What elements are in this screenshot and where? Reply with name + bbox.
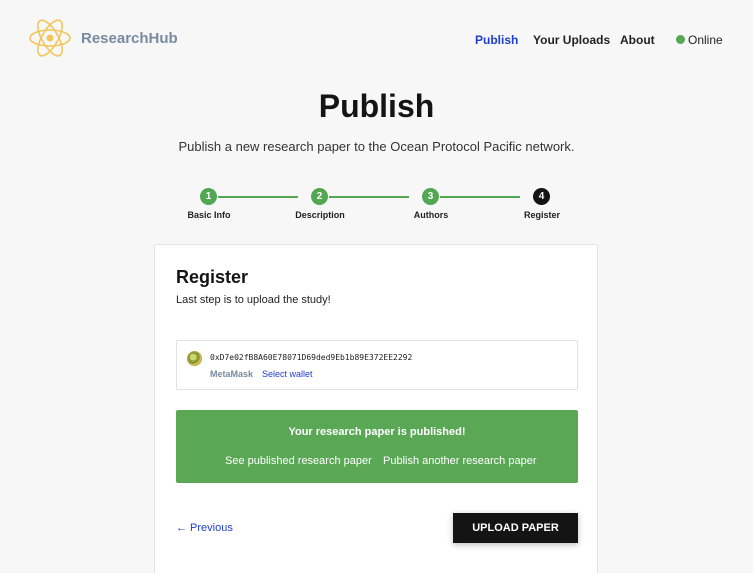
- see-published-paper-link[interactable]: See published research paper: [225, 455, 372, 467]
- step-connector: [440, 196, 520, 198]
- step-2-label: Description: [295, 210, 345, 220]
- step-4-label: Register: [523, 210, 560, 220]
- step-3-indicator[interactable]: 3: [422, 188, 439, 205]
- nav-your-uploads[interactable]: Your Uploads: [533, 33, 610, 47]
- atom-icon[interactable]: [28, 16, 72, 60]
- step-4-indicator[interactable]: 4: [533, 188, 550, 205]
- select-wallet-link[interactable]: Select wallet: [262, 369, 313, 379]
- header: ResearchHub Publish Your Uploads About O…: [0, 0, 753, 80]
- step-connector: [218, 196, 298, 198]
- upload-paper-button[interactable]: UPLOAD PAPER: [453, 513, 578, 543]
- success-title: Your research paper is published!: [288, 426, 466, 438]
- brand-name[interactable]: ResearchHub: [81, 30, 178, 47]
- register-card: Register Last step is to upload the stud…: [154, 244, 598, 573]
- wallet-panel: 0xD7e02fB8A60E78071D69ded9Eb1b89E372EE22…: [176, 340, 578, 390]
- nav-about[interactable]: About: [620, 33, 655, 47]
- online-status-dot: [676, 35, 685, 44]
- previous-link[interactable]: ← Previous: [176, 522, 233, 534]
- online-status-label: Online: [688, 33, 723, 47]
- wallet-address: 0xD7e02fB8A60E78071D69ded9Eb1b89E372EE22…: [210, 353, 413, 362]
- step-1-indicator[interactable]: 1: [200, 188, 217, 205]
- page-subtitle: Publish a new research paper to the Ocea…: [178, 139, 575, 154]
- stepper: 1 2 3 4 Basic Info Description Authors R…: [0, 188, 753, 228]
- card-subtitle: Last step is to upload the study!: [176, 294, 331, 306]
- success-banner: Your research paper is published! See pu…: [176, 410, 578, 483]
- wallet-provider: MetaMask: [210, 369, 254, 379]
- page-title: Publish: [318, 88, 435, 124]
- step-connector: [329, 196, 409, 198]
- step-2-indicator[interactable]: 2: [311, 188, 328, 205]
- step-1-label: Basic Info: [187, 210, 231, 220]
- publish-another-paper-link[interactable]: Publish another research paper: [383, 455, 536, 467]
- card-title: Register: [176, 267, 249, 287]
- nav-publish[interactable]: Publish: [475, 33, 518, 47]
- wallet-avatar-icon: [187, 351, 202, 366]
- step-3-label: Authors: [413, 210, 449, 220]
